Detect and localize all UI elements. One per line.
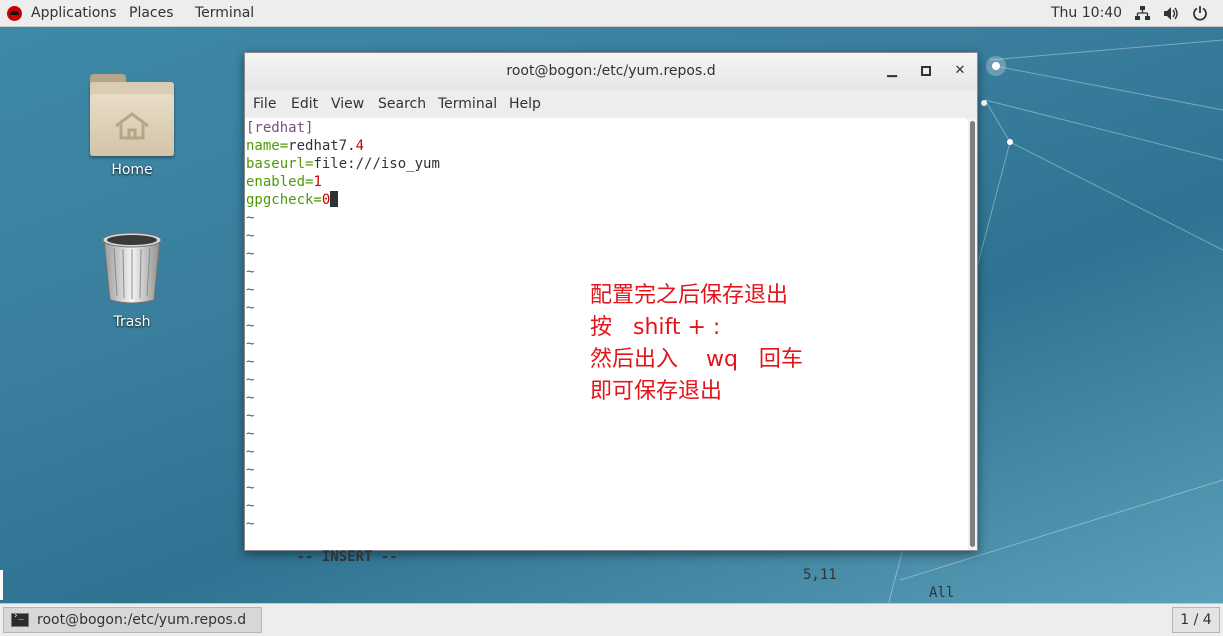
places-menu[interactable]: Places [129, 5, 174, 21]
menu-file[interactable]: File [253, 96, 276, 112]
home-desktop-icon[interactable]: Home [82, 74, 182, 178]
text-cursor [330, 191, 339, 207]
minimize-button[interactable]: ▁ [883, 62, 901, 80]
editor-line: gpgcheck=0 [246, 191, 339, 209]
empty-line-marker: ~ [246, 300, 255, 316]
menu-bar: File Edit View Search Terminal Help [245, 90, 977, 119]
empty-line-marker: ~ [246, 480, 255, 496]
scrollbar[interactable] [968, 118, 977, 550]
cursor-position: 5,11 [803, 567, 837, 583]
empty-line-marker: ~ [246, 264, 255, 280]
menu-help[interactable]: Help [509, 96, 541, 112]
empty-line-marker: ~ [246, 246, 255, 262]
menu-terminal[interactable]: Terminal [438, 96, 497, 112]
trash-desktop-icon[interactable]: Trash [82, 230, 182, 330]
terminal-icon [11, 611, 29, 627]
close-button[interactable]: ✕ [951, 62, 969, 80]
menu-edit[interactable]: Edit [291, 96, 318, 112]
empty-line-marker: ~ [246, 408, 255, 424]
workspace-switcher[interactable]: 1 / 4 [1172, 607, 1220, 633]
menu-view[interactable]: View [331, 96, 364, 112]
trash-icon [100, 230, 164, 304]
empty-line-marker: ~ [246, 228, 255, 244]
empty-line-marker: ~ [246, 336, 255, 352]
empty-line-marker: ~ [246, 372, 255, 388]
instruction-annotation: 配置完之后保存退出按 shift + : 然后出入 wq 回车 即可保存退出 [590, 280, 803, 408]
empty-line-marker: ~ [246, 426, 255, 442]
bottom-panel: root@bogon:/etc/yum.repos.d 1 / 4 [0, 603, 1223, 636]
clock[interactable]: Thu 10:40 [1051, 5, 1122, 21]
editor-line: [redhat] [246, 120, 314, 136]
top-panel: Applications Places Terminal Thu 10:40 [0, 0, 1223, 27]
editor-line: baseurl=file:///iso_yum [246, 156, 440, 172]
empty-line-marker: ~ [246, 390, 255, 406]
applications-menu[interactable]: Applications [31, 5, 117, 21]
annotation-line: 即可保存退出 [590, 379, 723, 404]
redhat-logo-icon[interactable] [7, 6, 22, 21]
taskbar-window-label: root@bogon:/etc/yum.repos.d [37, 612, 247, 628]
annotation-line: 按 shift + : [590, 315, 721, 340]
empty-line-marker: ~ [246, 318, 255, 334]
empty-line-marker: ~ [246, 444, 255, 460]
empty-line-marker: ~ [246, 354, 255, 370]
trash-label: Trash [113, 314, 151, 330]
empty-line-marker: ~ [246, 462, 255, 478]
scrollbar-thumb[interactable] [970, 121, 975, 547]
power-icon[interactable] [1192, 5, 1208, 21]
vim-status-line: -- INSERT -- 5,11 All [246, 530, 966, 601]
menu-search[interactable]: Search [378, 96, 426, 112]
volume-icon[interactable] [1163, 6, 1179, 21]
window-titlebar[interactable]: root@bogon:/etc/yum.repos.d ▁ ✕ [245, 53, 977, 91]
empty-line-marker: ~ [246, 498, 255, 514]
insert-mode-indicator: -- INSERT -- [296, 549, 398, 565]
home-label: Home [111, 162, 153, 178]
folder-icon [90, 74, 174, 156]
terminal-app-menu[interactable]: Terminal [195, 5, 254, 21]
annotation-line: 配置完之后保存退出 [590, 283, 789, 308]
scroll-position: All [929, 585, 955, 601]
annotation-line: 然后出入 wq 回车 [590, 347, 803, 372]
empty-line-marker: ~ [246, 210, 255, 226]
window-title: root@bogon:/etc/yum.repos.d [506, 63, 716, 79]
home-icon [115, 112, 149, 140]
taskbar-window-button[interactable]: root@bogon:/etc/yum.repos.d [3, 607, 262, 633]
editor-line: enabled=1 [246, 174, 322, 190]
editor-line: name=redhat7.4 [246, 138, 365, 154]
desktop-edge-marker [0, 570, 3, 600]
network-icon[interactable] [1135, 6, 1150, 21]
maximize-icon [921, 66, 931, 76]
empty-line-marker: ~ [246, 282, 255, 298]
maximize-button[interactable] [917, 62, 935, 80]
